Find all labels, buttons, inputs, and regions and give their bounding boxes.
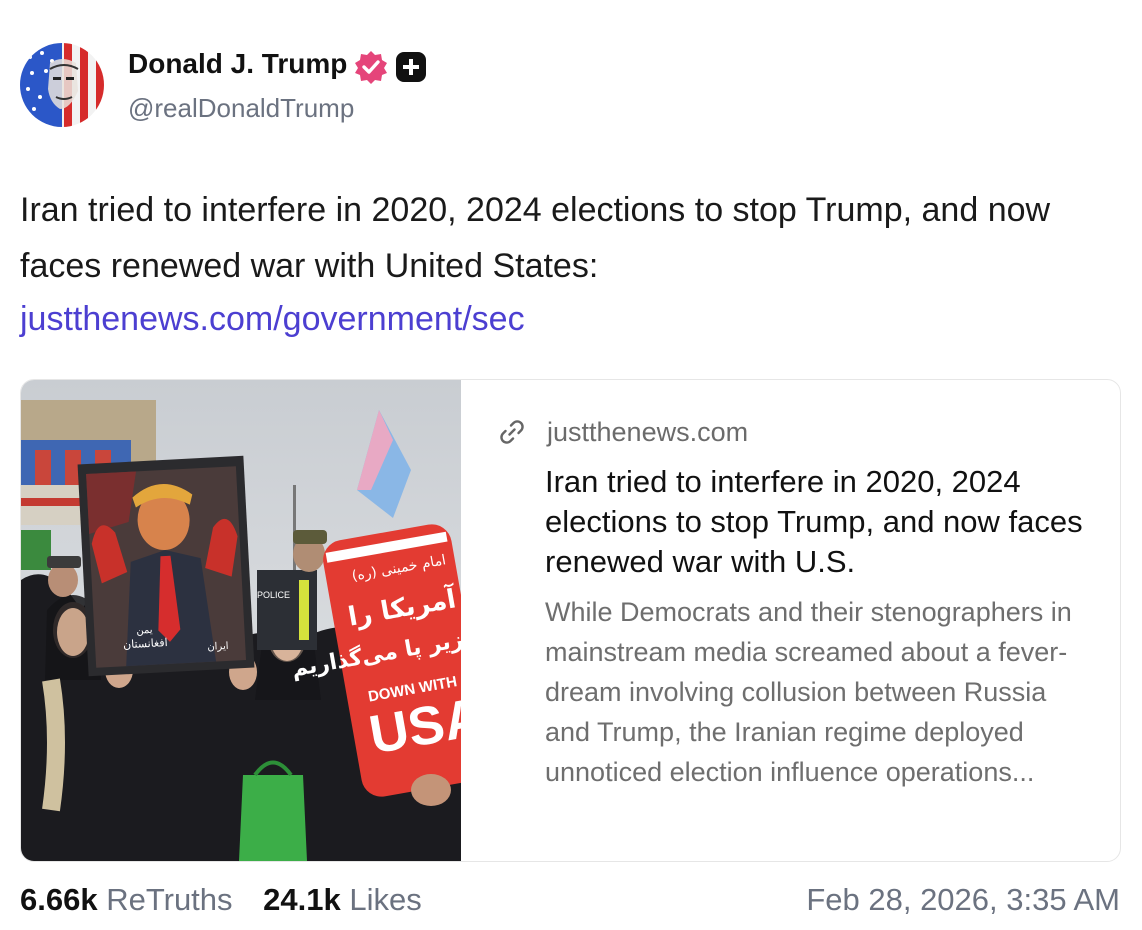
card-title[interactable]: Iran tried to interfere in 2020, 2024 el… <box>497 462 1097 582</box>
likes-stat[interactable]: 24.1k Likes <box>263 882 422 917</box>
poster-text-mid: یمن <box>136 625 153 637</box>
portrait-avatar-image <box>20 43 104 127</box>
card-body: justthenews.com Iran tried to interfere … <box>497 412 1097 792</box>
retruths-label: ReTruths <box>106 882 233 917</box>
likes-label: Likes <box>349 882 422 917</box>
post-stats: 6.66k ReTruths 24.1k Likes <box>20 882 422 918</box>
handle[interactable]: @realDonaldTrump <box>128 93 354 124</box>
retruths-count: 6.66k <box>20 882 98 917</box>
link-icon <box>500 420 524 444</box>
poster-text-right: ایران <box>207 641 229 653</box>
poster-text-left: افغانستان <box>123 636 168 651</box>
display-name[interactable]: Donald J. Trump <box>128 48 347 80</box>
post-text: Iran tried to interfere in 2020, 2024 el… <box>20 191 1051 285</box>
likes-count: 24.1k <box>263 882 341 917</box>
verified-badge-icon <box>354 50 388 84</box>
avatar[interactable] <box>20 43 104 127</box>
post-link[interactable]: justthenews.com/government/sec <box>20 294 525 344</box>
card-domain: justthenews.com <box>547 416 749 447</box>
retruths-stat[interactable]: 6.66k ReTruths <box>20 882 233 917</box>
card-image: POLICE افغانستان یمن ایران امام خمینی (ر… <box>21 380 490 861</box>
plus-badge-icon <box>396 52 426 82</box>
card-domain-row: justthenews.com <box>497 412 1097 452</box>
police-label: POLICE <box>257 590 290 600</box>
link-preview-card[interactable]: POLICE افغانستان یمن ایران امام خمینی (ر… <box>20 379 1121 862</box>
card-description: While Democrats and their stenographers … <box>545 597 1072 787</box>
post-timestamp[interactable]: Feb 28, 2026, 3:35 AM <box>806 882 1120 918</box>
